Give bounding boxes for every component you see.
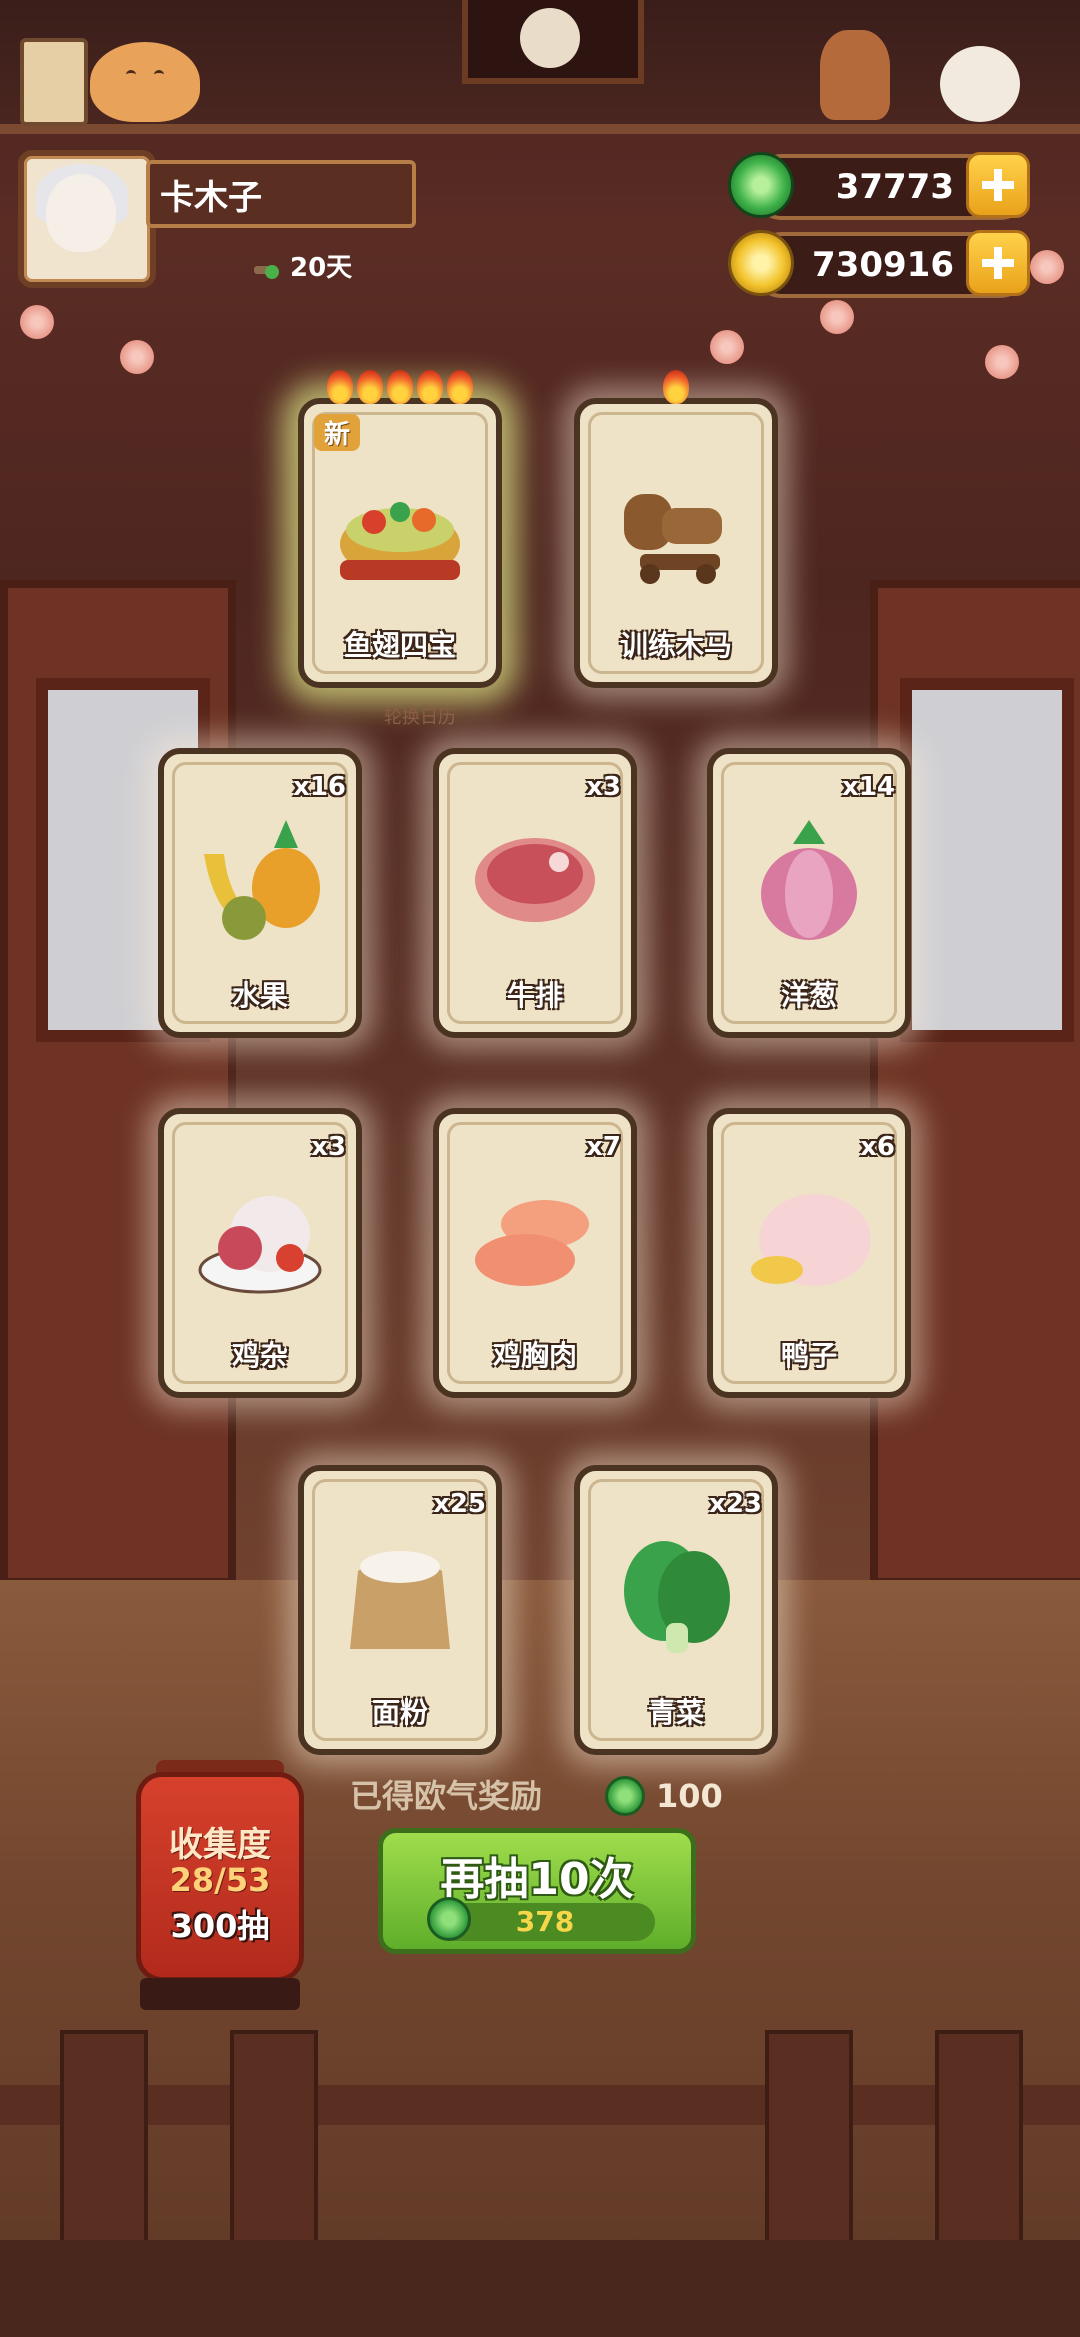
blossom [710,330,744,364]
new-badge: 新 [314,414,361,451]
add-jade-button[interactable] [966,152,1030,218]
luck-reward-value: 100 [656,1777,723,1815]
add-gold-button[interactable] [966,230,1030,296]
draw-cost-value: 378 [515,1905,575,1938]
ghost-figurine[interactable] [940,46,1020,122]
collection-lantern[interactable]: 收集度 28/53 300抽 [136,1772,304,1982]
shelf-edge [0,124,1080,134]
card-count: x3 [311,1132,346,1162]
card-count: x6 [860,1132,895,1162]
card-count: x23 [709,1489,762,1519]
card-label: 水果 [231,979,288,1012]
card-count: x7 [586,1132,621,1162]
luck-reward: 已得欧气奖励 100 [350,1772,723,1820]
days-counter: 20天 [254,248,353,288]
card-label: 青菜 [647,1696,704,1729]
luck-reward-label: 已得欧气奖励 [350,1777,543,1815]
card-label: 鸡胸肉 [492,1339,577,1372]
chicken-breast-icon [475,1200,589,1286]
card-duck[interactable]: x6 鸭子 [707,1108,911,1398]
card-count: x25 [433,1489,486,1519]
blossom [120,340,154,374]
blossom [820,300,854,334]
draw-again-label: 再抽10次 [440,1854,634,1905]
railing [0,2085,1080,2125]
blossom [1030,250,1064,284]
card-fruit[interactable]: x16 水果 [158,748,362,1038]
card-steak[interactable]: x3 牛排 [433,748,637,1038]
blossom [20,305,54,339]
fruit-icon [204,820,320,940]
game-screen: 卡木子 20天 37773 730916 新 鱼翅四宝 训练木马 轮换日历 x1… [0,0,1080,2337]
gold-amount: 730916 [812,245,954,285]
jade-amount: 37773 [835,167,954,207]
avatar[interactable] [18,150,156,288]
hanging-portrait[interactable] [462,0,644,84]
wooden-horse-icon [624,494,722,584]
jade-coin-icon [605,1776,645,1816]
rarity-flames [304,370,496,412]
jade-currency: 37773 [728,152,1030,220]
right-wooden-screen [870,580,1080,1586]
steak-icon [475,838,595,922]
collection-progress: 28/53 [169,1861,271,1899]
card-chicken-giblets[interactable]: x3 鸡杂 [158,1108,362,1398]
card-label: 牛排 [506,979,563,1012]
card-chicken-breast[interactable]: x7 鸡胸肉 [433,1108,637,1398]
player-name[interactable]: 卡木子 [146,160,416,228]
chicken-giblets-icon [198,1196,322,1294]
scroll-decoration[interactable] [20,38,88,126]
flour-sack-icon [350,1551,450,1649]
card-label: 面粉 [371,1696,428,1729]
card-onion[interactable]: x14 洋葱 [707,748,911,1038]
lantern-stand [140,1978,300,2010]
card-label: 鸭子 [780,1339,837,1372]
duck-icon [751,1194,871,1286]
card-count: x3 [586,772,621,802]
draw-cost: 378 [427,1897,655,1941]
collection-pulls: 300抽 [170,1907,270,1945]
card-count: x14 [842,772,895,802]
card-label: 鸡杂 [231,1339,288,1372]
card-label: 洋葱 [780,979,837,1012]
jade-coin-icon [728,152,794,218]
rarity-flames [580,370,772,412]
onion-icon [761,820,857,940]
bok-choy-icon [624,1541,730,1653]
sprout-icon [254,265,279,279]
featured-card-wooden-horse[interactable]: 训练木马 [574,370,778,688]
featured-card-fish-maw[interactable]: 新 鱼翅四宝 [298,370,502,688]
card-greens[interactable]: x23 青菜 [574,1465,778,1755]
card-label: 训练木马 [619,629,732,662]
days-value: 20天 [290,253,353,283]
card-flour[interactable]: x25 面粉 [298,1465,502,1755]
left-wooden-screen [0,580,236,1586]
card-count: x16 [293,772,346,802]
collection-title: 收集度 [169,1825,271,1865]
gold-coin-icon [728,230,794,296]
calendar-label: 轮换日历 [384,707,456,728]
hotpot-icon [340,502,460,580]
draw-again-button[interactable]: 再抽10次 378 [378,1828,696,1954]
floor-band [0,2240,1080,2337]
cat-decoration[interactable] [90,42,200,122]
blossom [985,345,1019,379]
gold-currency: 730916 [728,230,1030,298]
card-label: 鱼翅四宝 [343,629,456,662]
npc-figurine[interactable] [820,30,890,120]
